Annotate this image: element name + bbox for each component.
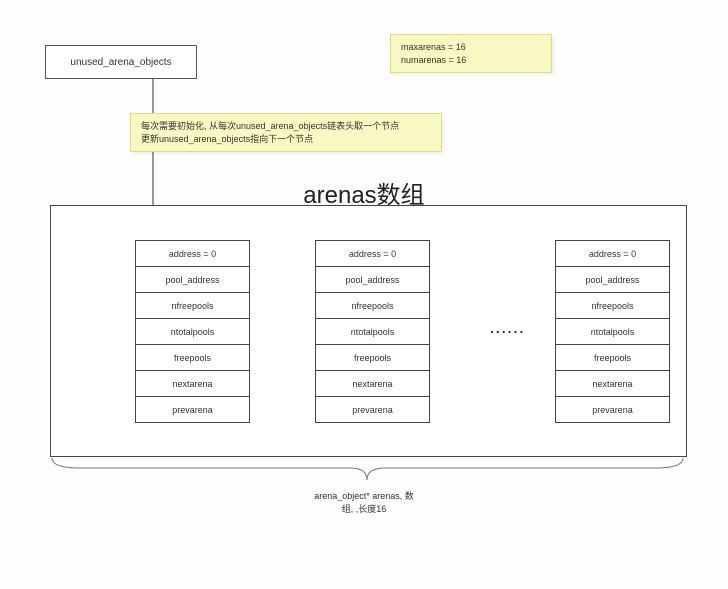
array-caption: arena_object* arenas, 数 组, ,长度16 bbox=[0, 490, 728, 515]
desc-line-1: 每次需要初始化, 从每次unused_arena_objects链表头取一个节点 bbox=[141, 120, 431, 133]
caption-line-1: arena_object* arenas, 数 bbox=[0, 490, 728, 503]
field-address: address = 0 bbox=[555, 240, 670, 267]
field-ntotalpools: ntotalpools bbox=[315, 319, 430, 345]
variables-note: maxarenas = 16 numarenas = 16 bbox=[390, 34, 552, 73]
field-pool-address: pool_address bbox=[315, 267, 430, 293]
field-prevarena: prevarena bbox=[555, 397, 670, 423]
field-freepools: freepools bbox=[135, 345, 250, 371]
desc-line-2: 更新unused_arena_objects指向下一个节点 bbox=[141, 133, 431, 146]
field-prevarena: prevarena bbox=[315, 397, 430, 423]
array-brace bbox=[50, 458, 685, 483]
unused-arena-objects-label: unused_arena_objects bbox=[70, 57, 171, 68]
field-freepools: freepools bbox=[315, 345, 430, 371]
arena-object-n: address = 0 pool_address nfreepools ntot… bbox=[555, 240, 670, 423]
field-nextarena: nextarena bbox=[555, 371, 670, 397]
ellipsis: ...... bbox=[490, 320, 525, 336]
caption-line-2: 组, ,长度16 bbox=[0, 503, 728, 516]
field-prevarena: prevarena bbox=[135, 397, 250, 423]
field-nfreepools: nfreepools bbox=[135, 293, 250, 319]
numarenas-line: numarenas = 16 bbox=[401, 54, 541, 67]
field-address: address = 0 bbox=[315, 240, 430, 267]
maxarenas-line: maxarenas = 16 bbox=[401, 41, 541, 54]
field-freepools: freepools bbox=[555, 345, 670, 371]
field-ntotalpools: ntotalpools bbox=[135, 319, 250, 345]
field-pool-address: pool_address bbox=[135, 267, 250, 293]
description-note: 每次需要初始化, 从每次unused_arena_objects链表头取一个节点… bbox=[130, 113, 442, 152]
arena-object-0: address = 0 pool_address nfreepools ntot… bbox=[135, 240, 250, 423]
field-pool-address: pool_address bbox=[555, 267, 670, 293]
field-ntotalpools: ntotalpools bbox=[555, 319, 670, 345]
arena-object-1: address = 0 pool_address nfreepools ntot… bbox=[315, 240, 430, 423]
field-address: address = 0 bbox=[135, 240, 250, 267]
unused-arena-objects-box: unused_arena_objects bbox=[45, 45, 197, 79]
field-nextarena: nextarena bbox=[135, 371, 250, 397]
field-nextarena: nextarena bbox=[315, 371, 430, 397]
field-nfreepools: nfreepools bbox=[555, 293, 670, 319]
field-nfreepools: nfreepools bbox=[315, 293, 430, 319]
